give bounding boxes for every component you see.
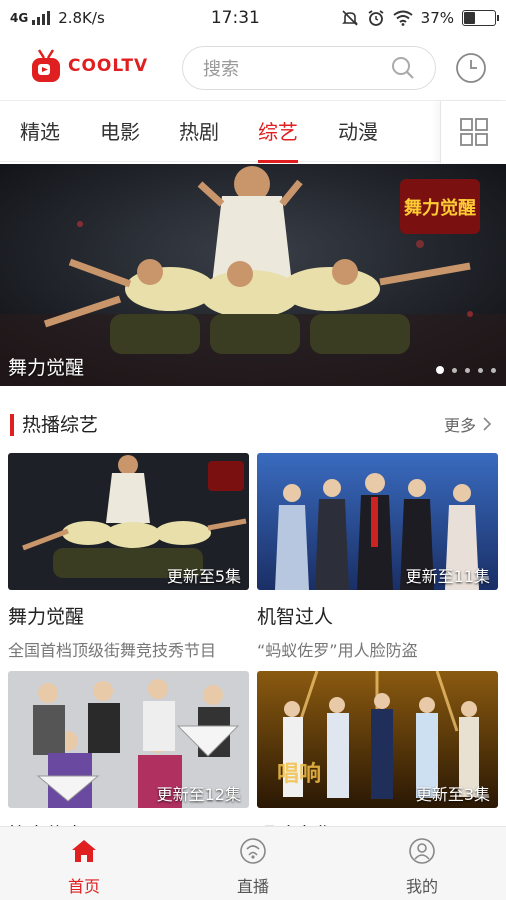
battery-icon (462, 10, 499, 26)
carousel-dot[interactable] (452, 367, 457, 373)
card-thumbnail[interactable]: 唱响 更新至3集 (257, 671, 498, 808)
all-categories-button[interactable] (440, 101, 506, 163)
nav-home[interactable]: 首页 (24, 827, 144, 900)
card-thumbnail[interactable]: 更新至11集 (257, 453, 498, 590)
nav-live[interactable]: 直播 (193, 827, 313, 900)
tab-variety[interactable]: 综艺 (258, 101, 298, 163)
battery-percent: 37% (420, 9, 454, 27)
network-type: 4G (10, 11, 29, 25)
card-thumbnail[interactable]: 更新至5集 (8, 453, 249, 590)
search-placeholder: 搜索 (203, 59, 239, 80)
video-card[interactable]: 更新至11集 机智过人 “蚂蚁佐罗”用人脸防盗 (257, 453, 498, 661)
episode-badge: 更新至11集 (405, 567, 490, 586)
history-clock-icon[interactable] (455, 52, 487, 84)
svg-text:唱响: 唱响 (277, 761, 321, 787)
signal-icon (32, 11, 51, 25)
banner-caption: 舞力觉醒 (8, 357, 85, 379)
app-header: COOLTV 搜索 (0, 36, 506, 100)
more-link[interactable]: 更多 (444, 412, 492, 436)
category-tabs: 精选 电影 热剧 综艺 动漫 (0, 100, 506, 163)
carousel-dot[interactable] (491, 367, 496, 373)
nav-profile[interactable]: 我的 (362, 827, 482, 900)
episode-badge: 更新至12集 (156, 785, 241, 804)
home-icon (72, 840, 96, 862)
tv-logo-icon (32, 49, 60, 82)
grid-icon (459, 118, 488, 146)
bottom-navigation: 首页 直播 我的 (0, 826, 506, 900)
card-subtitle: “蚂蚁佐罗”用人脸防盗 (257, 641, 418, 660)
hero-banner[interactable]: 舞力觉醒 舞力觉醒 (0, 164, 506, 386)
alarm-icon (368, 10, 384, 26)
card-title: 机智过人 (257, 606, 334, 628)
nav-home-label: 首页 (67, 877, 100, 896)
video-card[interactable]: 更新至12集 笑声传奇 (8, 671, 249, 847)
carousel-dot[interactable] (478, 367, 483, 373)
wifi-icon (393, 10, 413, 26)
carousel-dot[interactable] (436, 366, 444, 374)
mute-icon (341, 10, 358, 26)
tab-dramas[interactable]: 热剧 (179, 101, 219, 163)
carousel-indicator (436, 366, 496, 374)
nav-live-label: 直播 (236, 877, 269, 896)
section-title: 热播综艺 (22, 414, 99, 436)
episode-badge: 更新至3集 (415, 785, 490, 804)
card-subtitle: 全国首档顶级街舞竞技秀节目 (8, 641, 217, 660)
nav-profile-label: 我的 (405, 877, 438, 896)
carousel-dot[interactable] (465, 367, 470, 373)
search-icon[interactable] (391, 56, 415, 80)
more-label: 更多 (443, 416, 476, 435)
chevron-right-icon (483, 417, 492, 431)
tab-featured[interactable]: 精选 (20, 101, 60, 163)
episode-badge: 更新至5集 (166, 567, 241, 586)
clock: 17:31 (210, 8, 260, 28)
battery-fill (464, 12, 476, 24)
logo-text: COOLTV (68, 56, 149, 76)
search-input[interactable]: 搜索 (182, 46, 436, 90)
video-card[interactable]: 更新至5集 舞力觉醒 全国首档顶级街舞竞技秀节目 (8, 453, 249, 661)
card-thumbnail[interactable]: 更新至12集 (8, 671, 249, 808)
section-accent-bar (10, 414, 14, 436)
app-logo[interactable]: COOLTV (30, 46, 148, 86)
profile-icon (409, 838, 435, 864)
status-bar: 4G 2.8K/s 17:31 37% (0, 0, 506, 36)
network-speed: 2.8K/s (58, 9, 105, 27)
section-header: 热播综艺 更多 (0, 404, 506, 444)
tab-anime[interactable]: 动漫 (338, 101, 378, 163)
app-screen: 4G 2.8K/s 17:31 37% COOLTV 搜索 精选 电影 热剧 综… (0, 0, 506, 900)
tab-movies[interactable]: 电影 (100, 101, 140, 163)
card-title: 舞力觉醒 (8, 606, 85, 628)
live-icon (240, 838, 266, 864)
video-card[interactable]: 唱响 更新至3集 唱响中华 (257, 671, 498, 847)
svg-text:舞力觉醒: 舞力觉醒 (404, 197, 476, 219)
